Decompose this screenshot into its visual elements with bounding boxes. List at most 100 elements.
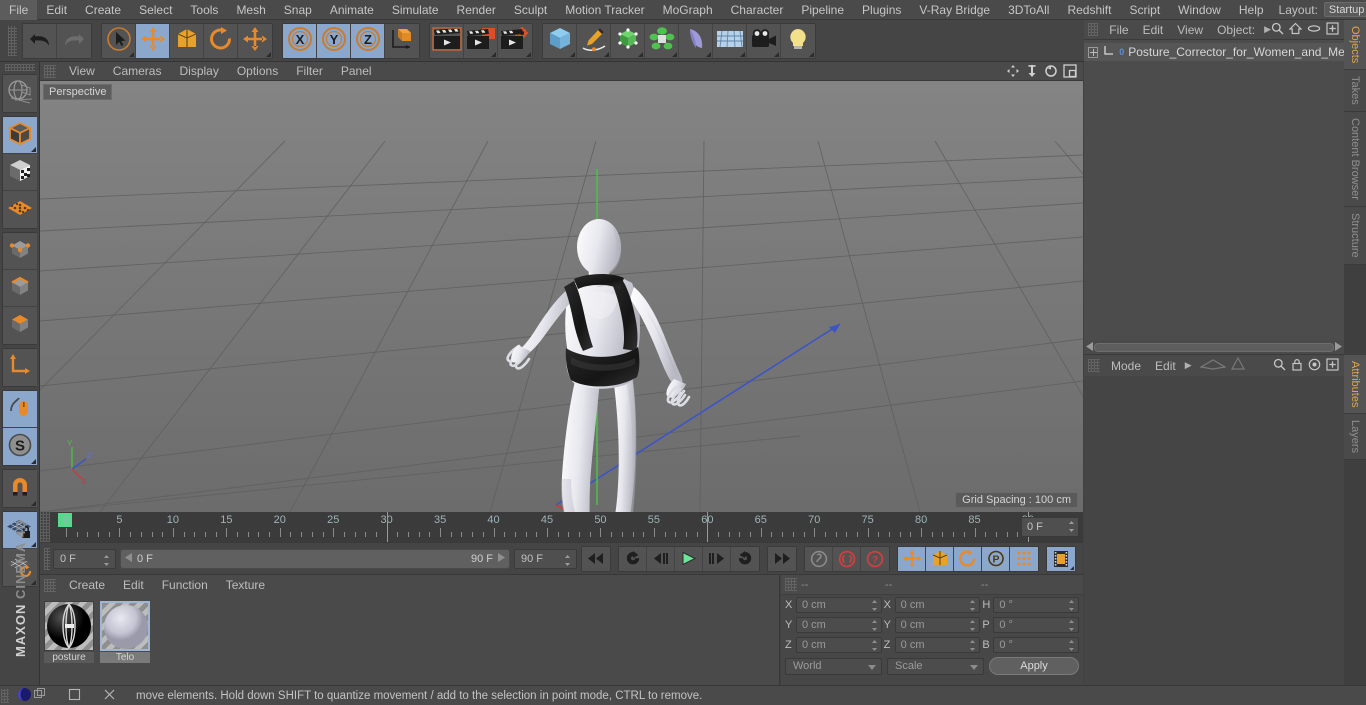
spinner-icon[interactable] bbox=[1068, 639, 1075, 652]
timeline-frame-field[interactable]: 0 F bbox=[1021, 517, 1079, 537]
vertical-tab-attributes[interactable]: Attributes bbox=[1344, 354, 1366, 415]
menu-item-mesh[interactable]: Mesh bbox=[227, 0, 274, 20]
timeline-ruler[interactable]: 051015202530354045505560657075808590 bbox=[50, 512, 1034, 542]
add-array-button[interactable] bbox=[645, 23, 679, 58]
object-menu-file[interactable]: File bbox=[1102, 20, 1135, 40]
ellipse-icon[interactable] bbox=[1307, 22, 1321, 38]
menu-item-render[interactable]: Render bbox=[448, 0, 505, 20]
cone-icon[interactable] bbox=[1226, 356, 1246, 374]
material-item[interactable]: Telo bbox=[100, 601, 150, 680]
plane-icon[interactable] bbox=[1192, 357, 1227, 374]
render-to-picture-viewer-button[interactable] bbox=[464, 23, 498, 58]
size-input[interactable]: 0 cm bbox=[894, 617, 981, 633]
menu-item-create[interactable]: Create bbox=[76, 0, 130, 20]
menu-item-redshift[interactable]: Redshift bbox=[1058, 0, 1120, 20]
texture-mode-button[interactable] bbox=[3, 154, 37, 191]
menu-item-animate[interactable]: Animate bbox=[321, 0, 383, 20]
record-scale-button[interactable] bbox=[926, 546, 955, 571]
rotation-input[interactable]: 0 ° bbox=[993, 637, 1080, 653]
window-close-icon[interactable] bbox=[103, 688, 116, 704]
position-input[interactable]: 0 cm bbox=[796, 637, 882, 653]
target-icon[interactable] bbox=[1308, 358, 1321, 374]
add-spline-button[interactable] bbox=[577, 23, 611, 58]
material-menu-grip[interactable] bbox=[44, 578, 56, 592]
expand-toggle-icon[interactable] bbox=[1088, 46, 1099, 58]
vertical-tab-takes[interactable]: Takes bbox=[1344, 70, 1366, 113]
menu-item-script[interactable]: Script bbox=[1120, 0, 1169, 20]
material-menu-edit[interactable]: Edit bbox=[114, 575, 153, 595]
attr-menu-mode[interactable]: Mode bbox=[1104, 355, 1148, 377]
lock-x-button[interactable]: X bbox=[283, 23, 317, 58]
add-light-button[interactable] bbox=[781, 23, 815, 58]
lock-icon[interactable] bbox=[1291, 358, 1303, 374]
autokeying-button[interactable] bbox=[805, 546, 834, 571]
range-left-arrow-icon[interactable] bbox=[124, 552, 133, 565]
viewport-men-display[interactable]: Display bbox=[170, 62, 227, 81]
spinner-icon[interactable] bbox=[1068, 520, 1075, 533]
coordinates-grip[interactable] bbox=[785, 578, 797, 591]
menu-item-plugins[interactable]: Plugins bbox=[853, 0, 910, 20]
spinner-icon[interactable] bbox=[1068, 599, 1075, 612]
spinner-icon[interactable] bbox=[969, 639, 976, 652]
timeline-grip[interactable] bbox=[40, 512, 50, 542]
menu-item-motion-tracker[interactable]: Motion Tracker bbox=[556, 0, 653, 20]
vertical-tab-structure[interactable]: Structure bbox=[1344, 206, 1366, 265]
rotation-input[interactable]: 0 ° bbox=[993, 597, 1080, 613]
toolbar-grip[interactable] bbox=[8, 25, 17, 56]
search-icon[interactable] bbox=[1271, 22, 1284, 38]
snap-settings-button[interactable]: S bbox=[3, 428, 37, 465]
viewport-menu-grip[interactable] bbox=[44, 64, 56, 78]
window-restore-icon[interactable] bbox=[34, 688, 46, 703]
object-tree[interactable]: 0 Posture_Corrector_for_Women_and_Men_o bbox=[1084, 40, 1344, 340]
dolly-icon[interactable] bbox=[1025, 64, 1039, 78]
menu-item-window[interactable]: Window bbox=[1169, 0, 1230, 20]
make-editable-button[interactable] bbox=[3, 75, 37, 112]
model-mode-button[interactable] bbox=[3, 117, 37, 154]
transform-tool-button[interactable] bbox=[238, 23, 272, 58]
window-maximize-icon[interactable] bbox=[68, 688, 81, 704]
spinner-icon[interactable] bbox=[103, 554, 110, 567]
redo-button[interactable] bbox=[57, 23, 91, 58]
enable-axis-button[interactable] bbox=[3, 349, 37, 386]
spinner-icon[interactable] bbox=[871, 599, 878, 612]
object-menu-grip[interactable] bbox=[1088, 23, 1099, 36]
keyframe-selection-button[interactable]: ? bbox=[861, 546, 890, 571]
record-pla-button[interactable] bbox=[1010, 546, 1039, 571]
viewport-men-cameras[interactable]: Cameras bbox=[104, 62, 171, 81]
position-input[interactable]: 0 cm bbox=[796, 617, 882, 633]
timeline-button[interactable] bbox=[1047, 546, 1076, 571]
menu-item-mograph[interactable]: MoGraph bbox=[654, 0, 722, 20]
live-selection-button[interactable] bbox=[102, 23, 136, 58]
attributes-grip[interactable] bbox=[1088, 359, 1100, 372]
record-position-button[interactable] bbox=[898, 546, 927, 571]
position-input[interactable]: 0 cm bbox=[796, 597, 882, 613]
go-to-end-button[interactable] bbox=[768, 546, 797, 571]
menu-item-help[interactable]: Help bbox=[1230, 0, 1273, 20]
c4d-logo-icon[interactable] bbox=[17, 687, 32, 705]
viewport-men-filter[interactable]: Filter bbox=[287, 62, 332, 81]
menu-item-sculpt[interactable]: Sculpt bbox=[505, 0, 556, 20]
menu-item-snap[interactable]: Snap bbox=[275, 0, 321, 20]
scroll-right-arrow-icon[interactable] bbox=[1334, 340, 1342, 354]
menu-item-file[interactable]: File bbox=[0, 0, 38, 20]
menu-expand-arrow-icon[interactable]: ▶ bbox=[1262, 24, 1271, 35]
menu-item-v-ray-bridge[interactable]: V-Ray Bridge bbox=[910, 0, 999, 20]
material-item[interactable]: posture bbox=[44, 601, 94, 680]
rotate-icon[interactable] bbox=[1044, 64, 1058, 78]
play-reverse-loop-button[interactable] bbox=[619, 546, 648, 571]
points-mode-button[interactable] bbox=[3, 233, 37, 270]
menu-item-character[interactable]: Character bbox=[722, 0, 793, 20]
render-settings-button[interactable] bbox=[498, 23, 532, 58]
spinner-icon[interactable] bbox=[564, 554, 571, 567]
menu-item-tools[interactable]: Tools bbox=[181, 0, 227, 20]
size-input[interactable]: 0 cm bbox=[894, 597, 981, 613]
spinner-icon[interactable] bbox=[871, 639, 878, 652]
menu-item-simulate[interactable]: Simulate bbox=[383, 0, 448, 20]
home-icon[interactable] bbox=[1288, 22, 1303, 38]
current-frame-field[interactable]: 0 F bbox=[52, 548, 116, 569]
range-right-arrow-icon[interactable] bbox=[497, 552, 505, 565]
edges-mode-button[interactable] bbox=[3, 270, 37, 307]
scrollbar-thumb[interactable] bbox=[1094, 342, 1334, 352]
menu-item-3dtoall[interactable]: 3DToAll bbox=[999, 0, 1058, 20]
spinner-icon[interactable] bbox=[969, 619, 976, 632]
